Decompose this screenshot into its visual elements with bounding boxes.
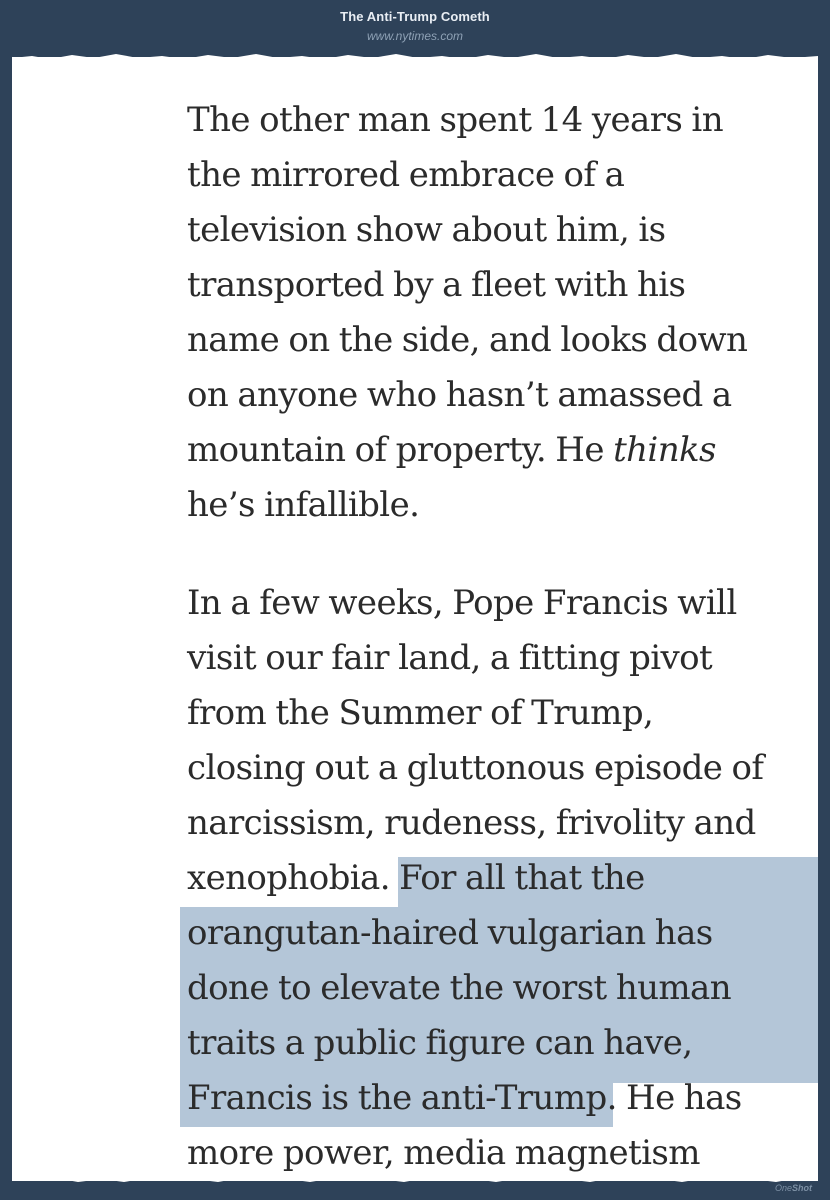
text-line: In a few weeks, Pope Francis will [187,583,737,623]
emphasis-text: thinks [613,430,716,470]
logo-text: One [774,1183,792,1193]
text-line: narcissism, rudeness, frivolity and [187,803,756,843]
article-source-url[interactable]: www.nytimes.com [0,29,830,43]
app-logo: OneShot [775,1183,812,1193]
window-header: The Anti-Trump Cometh www.nytimes.com [0,0,830,56]
text-line: the mirrored embrace of a [187,155,625,195]
text-line: done to elevate the worst human [187,968,732,1008]
text-line: from the Summer of Trump, [187,693,654,733]
text-line: television show about him, is [187,210,666,250]
text-line: more power, media magnetism [187,1133,700,1173]
logo-text-bold: Shot [792,1183,812,1193]
text-line: visit our fair land, a fitting pivot [187,638,713,678]
text-line: name on the side, and looks down [187,320,748,360]
text-line: transported by a fleet with his [187,265,686,305]
text-line: closing out a gluttonous episode of [187,748,764,788]
text-run: mountain of property. He [187,430,614,470]
text-line: traits a public figure can have, [187,1023,693,1063]
text-line: xenophobia. For all that the [187,858,645,898]
text-line: mountain of property. He thinks [187,430,716,470]
article-title: The Anti-Trump Cometh [340,9,490,24]
text-line: orangutan-haired vulgarian has [187,913,713,953]
torn-edge-top [12,54,818,62]
text-line: The other man spent 14 years in [187,100,724,140]
text-line: on anyone who hasn’t amassed a [187,375,732,415]
text-line: he’s infallible. [187,485,420,525]
torn-edge-bottom [12,1174,818,1182]
text-line: Francis is the anti-Trump. He has [187,1078,742,1118]
